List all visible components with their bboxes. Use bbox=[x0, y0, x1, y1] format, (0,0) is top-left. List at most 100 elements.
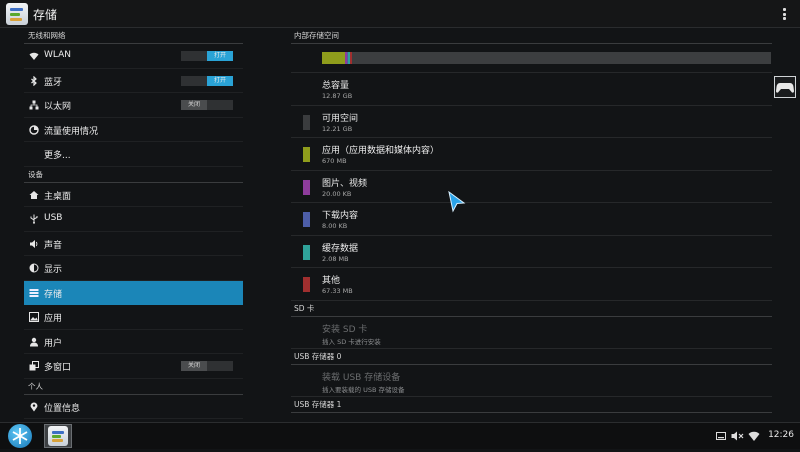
sidebar-item-sound[interactable]: 声音 bbox=[24, 232, 243, 256]
storage-icon bbox=[29, 288, 39, 297]
location-icon bbox=[30, 401, 38, 411]
sidebar-item-more[interactable]: 更多... bbox=[24, 142, 243, 167]
start-button[interactable] bbox=[8, 424, 32, 448]
mount-usb-storage-item: 装载 USB 存储设备 插入要装载的 USB 存储设备 bbox=[291, 365, 772, 397]
section-header-device: 设备 bbox=[24, 167, 243, 183]
user-icon bbox=[30, 337, 38, 346]
speaker-icon bbox=[30, 239, 38, 248]
toggle-label: 打开 bbox=[207, 51, 233, 61]
stat-downloads[interactable]: 下载内容 8.00 KB bbox=[291, 203, 772, 236]
toggle-label: 关闭 bbox=[181, 100, 207, 110]
sidebar-item-users[interactable]: 用户 bbox=[24, 330, 243, 354]
sidebar-item-label: 更多... bbox=[44, 151, 71, 161]
usage-segment-other bbox=[349, 52, 353, 64]
stat-pictures-videos[interactable]: 图片、视频 20.00 KB bbox=[291, 171, 772, 203]
stat-size: 12.21 GB bbox=[322, 124, 353, 133]
sidebar-item-display[interactable]: 显示 bbox=[24, 256, 243, 281]
internal-storage-header: 内部存储空间 bbox=[291, 28, 772, 44]
sidebar-item-label: 蓝牙 bbox=[44, 77, 63, 88]
sidebar-item-data-usage[interactable]: 流量使用情况 bbox=[24, 118, 243, 142]
stat-size: 12.87 GB bbox=[322, 92, 353, 100]
multiwindow-toggle[interactable]: 关闭 bbox=[181, 361, 233, 371]
apps-icon bbox=[29, 312, 39, 322]
taskbar: 12:26 bbox=[0, 422, 800, 449]
stat-available[interactable]: 可用空间 12.21 GB bbox=[291, 106, 772, 138]
settings-app-icon bbox=[48, 426, 68, 446]
sidebar-item-storage[interactable]: 存储 bbox=[24, 280, 243, 305]
stat-title: 其他 bbox=[322, 276, 341, 286]
data-usage-icon bbox=[29, 124, 39, 135]
mount-sd-card-item: 安装 SD 卡 插入 SD 卡进行安装 bbox=[291, 317, 772, 349]
stat-title: 缓存数据 bbox=[322, 243, 359, 254]
stat-other[interactable]: 其他 67.33 MB bbox=[291, 268, 772, 301]
settings-app-icon[interactable] bbox=[6, 3, 28, 25]
sidebar-item-label: 流量使用情况 bbox=[44, 126, 99, 137]
screenshot-icon[interactable] bbox=[716, 430, 726, 442]
storage-details: 内部存储空间 总容量 12.87 GB 可用空间 12.21 GB 应用（应用数… bbox=[291, 28, 772, 422]
section-header-wireless: 无线和网络 bbox=[24, 28, 243, 44]
usage-segment-apps bbox=[322, 52, 346, 64]
stat-size: 2.08 MB bbox=[322, 254, 349, 263]
sidebar-item-bluetooth[interactable]: 蓝牙 打开 bbox=[24, 69, 243, 93]
wifi-status-icon[interactable] bbox=[748, 430, 760, 442]
storage-usage-bar bbox=[291, 44, 772, 73]
color-swatch bbox=[303, 179, 310, 195]
page-title: 存储 bbox=[33, 8, 58, 22]
sd-card-header: SD 卡 bbox=[291, 301, 772, 317]
sidebar-item-home[interactable]: 主桌面 bbox=[24, 183, 243, 207]
color-swatch bbox=[303, 114, 310, 130]
overflow-menu-icon[interactable] bbox=[783, 8, 786, 20]
home-icon bbox=[29, 190, 39, 199]
stat-size: 67.33 MB bbox=[322, 287, 353, 295]
mount-usb-title: 装载 USB 存储设备 bbox=[322, 372, 401, 383]
stat-size: 20.00 KB bbox=[322, 189, 352, 198]
wifi-icon bbox=[29, 52, 39, 60]
settings-list: 无线和网络 WLAN 打开 蓝牙 打开 以太网 关闭 流量使用情况 更多... … bbox=[24, 28, 243, 422]
toggle-label: 打开 bbox=[207, 75, 233, 86]
mount-sd-title: 安装 SD 卡 bbox=[322, 324, 368, 335]
sidebar-item-label: WLAN bbox=[44, 50, 72, 60]
mouse-pointer-icon bbox=[448, 191, 466, 213]
ethernet-toggle[interactable]: 关闭 bbox=[181, 100, 233, 110]
sidebar-item-label: 主桌面 bbox=[44, 191, 72, 202]
stat-size: 8.00 KB bbox=[322, 222, 348, 230]
gamepad-icon bbox=[776, 83, 794, 93]
stat-size: 670 MB bbox=[322, 157, 347, 165]
stat-title: 下载内容 bbox=[322, 211, 359, 221]
color-swatch bbox=[303, 244, 310, 260]
stat-title: 总容量 bbox=[322, 81, 350, 91]
sidebar-item-multiwindow[interactable]: 多窗口 关闭 bbox=[24, 354, 243, 379]
stat-total-capacity: 总容量 12.87 GB bbox=[291, 73, 772, 106]
usb-storage-1-header: USB 存储器 1 bbox=[291, 397, 772, 413]
action-bar: 存储 bbox=[0, 0, 800, 28]
stat-title: 可用空间 bbox=[322, 113, 359, 124]
sidebar-item-wlan[interactable]: WLAN 打开 bbox=[24, 44, 243, 69]
sidebar-item-apps[interactable]: 应用 bbox=[24, 305, 243, 330]
snowflake-icon bbox=[12, 428, 28, 444]
sidebar-item-label: 用户 bbox=[44, 338, 63, 349]
usb-icon bbox=[30, 214, 38, 224]
color-swatch bbox=[303, 277, 310, 292]
sidebar-item-location[interactable]: 位置信息 bbox=[24, 395, 243, 419]
stat-title: 应用（应用数据和媒体内容） bbox=[322, 146, 440, 156]
sidebar-item-label: 以太网 bbox=[44, 102, 72, 112]
toggle-label: 关闭 bbox=[181, 361, 207, 371]
gamepad-button[interactable] bbox=[774, 76, 796, 98]
color-swatch bbox=[303, 212, 310, 227]
sidebar-item-usb[interactable]: USB bbox=[24, 207, 243, 232]
stat-title: 图片、视频 bbox=[322, 178, 368, 189]
wlan-toggle[interactable]: 打开 bbox=[181, 51, 233, 61]
volume-muted-icon[interactable] bbox=[731, 430, 744, 442]
taskbar-settings-app[interactable] bbox=[44, 424, 72, 448]
stat-apps[interactable]: 应用（应用数据和媒体内容） 670 MB bbox=[291, 138, 772, 171]
clock: 12:26 bbox=[768, 430, 794, 440]
stat-cached-data[interactable]: 缓存数据 2.08 MB bbox=[291, 236, 772, 268]
sidebar-item-label: 应用 bbox=[44, 314, 63, 324]
mount-sd-subtitle: 插入 SD 卡进行安装 bbox=[322, 337, 381, 346]
sidebar-item-label: USB bbox=[44, 213, 63, 223]
mount-usb-subtitle: 插入要装载的 USB 存储设备 bbox=[322, 385, 405, 394]
sidebar-item-ethernet[interactable]: 以太网 关闭 bbox=[24, 93, 243, 118]
sidebar-item-label: 多窗口 bbox=[44, 363, 72, 373]
display-icon bbox=[29, 263, 39, 273]
bluetooth-toggle[interactable]: 打开 bbox=[181, 75, 233, 86]
